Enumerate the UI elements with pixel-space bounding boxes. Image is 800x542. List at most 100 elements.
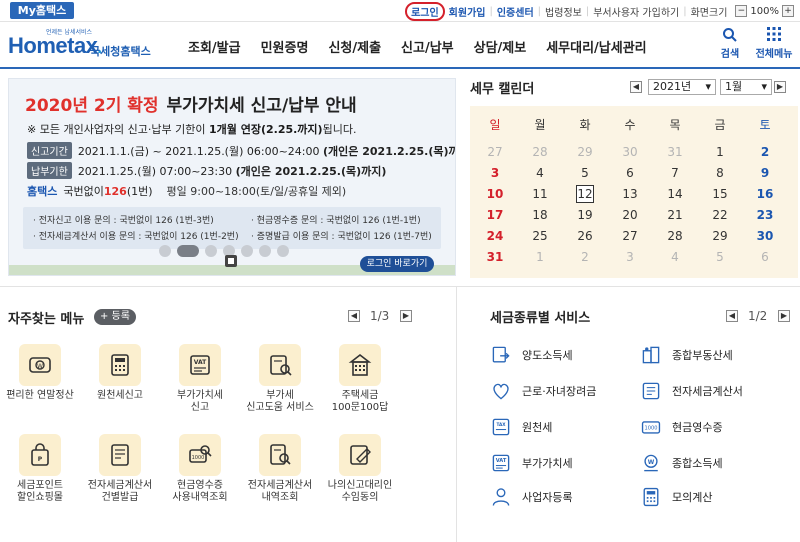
calendar-day-other-month[interactable]: 30: [609, 144, 651, 160]
hometax-logo[interactable]: 언제든 납세서비스 Hometax. 국세청홈택스: [8, 27, 158, 65]
nav-civil-certificate[interactable]: 민원증명: [251, 37, 319, 56]
calendar-day[interactable]: 10: [474, 186, 516, 202]
calendar-day[interactable]: 20: [609, 207, 651, 223]
banner-dot[interactable]: [259, 245, 271, 257]
favorites-register-button[interactable]: + 등록: [94, 309, 136, 325]
favorite-menu-item[interactable]: 전자세금계산서 건별발급: [80, 434, 160, 504]
favorite-menu-item[interactable]: 부가세 신고도움 서비스: [240, 344, 320, 414]
calendar-day-other-month[interactable]: 3: [609, 249, 651, 265]
login-shortcut-button[interactable]: 로그인 바로가기: [360, 256, 434, 272]
zoom-out-button[interactable]: −: [735, 5, 748, 17]
nav-inquiry-issue[interactable]: 조회/발급: [178, 37, 251, 56]
calendar-day[interactable]: 22: [699, 207, 741, 223]
nav-consult-report[interactable]: 상담/제보: [464, 37, 537, 56]
calendar-day[interactable]: 28: [654, 228, 696, 244]
calendar-day[interactable]: 17: [474, 207, 516, 223]
calendar-day[interactable]: 26: [564, 228, 606, 244]
calendar-day-other-month[interactable]: 6: [744, 249, 786, 265]
notice-banner[interactable]: 2020년 2기 확정 부가가치세 신고/납부 안내 ※ 모든 개인사업자의 신고…: [8, 78, 456, 276]
calendar-day[interactable]: 16: [744, 186, 786, 202]
calendar-day[interactable]: 7: [654, 165, 696, 181]
calendar-day[interactable]: 29: [699, 228, 741, 244]
calendar-day[interactable]: 30: [744, 228, 786, 244]
calendar-day[interactable]: 5: [564, 165, 606, 181]
calendar-day-other-month[interactable]: 31: [654, 144, 696, 160]
banner-dot-active[interactable]: [177, 245, 199, 257]
calendar-prev-button[interactable]: ◀: [630, 81, 642, 93]
nav-apply-submit[interactable]: 신청/제출: [318, 37, 391, 56]
calendar-day-other-month[interactable]: 2: [564, 249, 606, 265]
tax-service-item[interactable]: VAT 부가가치세: [490, 452, 573, 474]
signup-link[interactable]: 회원가입: [445, 4, 490, 19]
calendar-day[interactable]: 25: [519, 228, 561, 244]
calendar-day[interactable]: 18: [519, 207, 561, 223]
calendar-day[interactable]: 23: [744, 207, 786, 223]
favorites-prev-button[interactable]: ◀: [348, 310, 360, 322]
calendar-day[interactable]: 3: [474, 165, 516, 181]
calendar-day[interactable]: 13: [609, 186, 651, 202]
nav-tax-agent[interactable]: 세무대리/납세관리: [536, 37, 656, 56]
calendar-day[interactable]: 15: [699, 186, 741, 202]
tax-service-item[interactable]: W 종합소득세: [640, 452, 723, 474]
tax-service-item[interactable]: 전자세금계산서: [640, 380, 743, 402]
weekday-label: 목: [669, 118, 681, 132]
banner-dot[interactable]: [277, 245, 289, 257]
calendar-day[interactable]: 19: [564, 207, 606, 223]
calendar-day[interactable]: 8: [699, 165, 741, 181]
tax-service-item[interactable]: 양도소득세: [490, 344, 573, 366]
banner-dot[interactable]: [159, 245, 171, 257]
tax-service-item[interactable]: 모의계산: [640, 486, 712, 508]
calendar-day[interactable]: 21: [654, 207, 696, 223]
info-cash-receipt: · 현금영수증 문의 : 국번없이 126 (1번-1번): [251, 216, 421, 226]
favorite-menu-item[interactable]: 전자세금계산서 내역조회: [240, 434, 320, 504]
calendar-day-other-month[interactable]: 27: [474, 144, 516, 160]
tax-services-prev-button[interactable]: ◀: [726, 310, 738, 322]
my-hometax-button[interactable]: My홈택스: [10, 2, 74, 19]
dept-user-signup-link[interactable]: 부서사용자 가입하기: [589, 4, 683, 19]
tax-service-item[interactable]: 근로·자녀장려금: [490, 380, 596, 402]
search-button[interactable]: 검색: [712, 27, 748, 63]
nav-report-pay[interactable]: 신고/납부: [391, 37, 464, 56]
pause-icon[interactable]: [225, 255, 237, 267]
calendar-day-other-month[interactable]: 29: [564, 144, 606, 160]
banner-dot[interactable]: [241, 245, 253, 257]
favorites-next-button[interactable]: ▶: [400, 310, 412, 322]
calendar-day[interactable]: 9: [744, 165, 786, 181]
favorite-menu-item[interactable]: 1000 현금영수증 사용내역조회: [160, 434, 240, 504]
tax-service-item[interactable]: 1000 현금영수증: [640, 416, 723, 438]
contact-hometax: 홈택스: [27, 185, 58, 198]
banner-dot[interactable]: [205, 245, 217, 257]
calendar-day-other-month[interactable]: 4: [654, 249, 696, 265]
calendar-day-other-month[interactable]: 5: [699, 249, 741, 265]
all-menu-button[interactable]: 전체메뉴: [752, 27, 796, 63]
calendar-day[interactable]: 14: [654, 186, 696, 202]
favorite-menu-item[interactable]: 원천세신고: [80, 344, 160, 402]
calendar-day[interactable]: 27: [609, 228, 651, 244]
law-info-link[interactable]: 법령정보: [541, 4, 586, 19]
calendar-next-button[interactable]: ▶: [774, 81, 786, 93]
calendar-day[interactable]: 11: [519, 186, 561, 202]
favorite-menu-item[interactable]: 나의신고대리인 수임동의: [320, 434, 400, 504]
tax-service-item[interactable]: 종합부동산세: [640, 344, 733, 366]
calendar-day-other-month[interactable]: 1: [519, 249, 561, 265]
calendar-day-today[interactable]: 12: [576, 185, 594, 203]
tax-services-next-button[interactable]: ▶: [778, 310, 790, 322]
tax-service-item[interactable]: 사업자등록: [490, 486, 573, 508]
month-select[interactable]: 1월 ▾: [720, 79, 772, 95]
calendar-day-other-month[interactable]: 28: [519, 144, 561, 160]
calendar-day[interactable]: 2: [744, 144, 786, 160]
favorite-menu-item[interactable]: P 세금포인트 할인쇼핑몰: [0, 434, 80, 504]
cert-center-link[interactable]: 인증센터: [493, 4, 538, 19]
calendar-day[interactable]: 1: [699, 144, 741, 160]
calendar-day[interactable]: 24: [474, 228, 516, 244]
favorite-menu-item[interactable]: W 편리한 연말정산: [0, 344, 80, 402]
zoom-in-button[interactable]: +: [782, 5, 794, 17]
calendar-day[interactable]: 31: [474, 249, 516, 265]
year-select[interactable]: 2021년 ▾: [648, 79, 716, 95]
calendar-day[interactable]: 4: [519, 165, 561, 181]
login-link[interactable]: 로그인: [405, 1, 445, 21]
favorite-menu-item[interactable]: VAT 부가가치세 신고: [160, 344, 240, 414]
tax-service-item[interactable]: TAX 원천세: [490, 416, 552, 438]
calendar-day[interactable]: 6: [609, 165, 651, 181]
favorite-menu-item[interactable]: 주택세금 100문100답: [320, 344, 400, 414]
